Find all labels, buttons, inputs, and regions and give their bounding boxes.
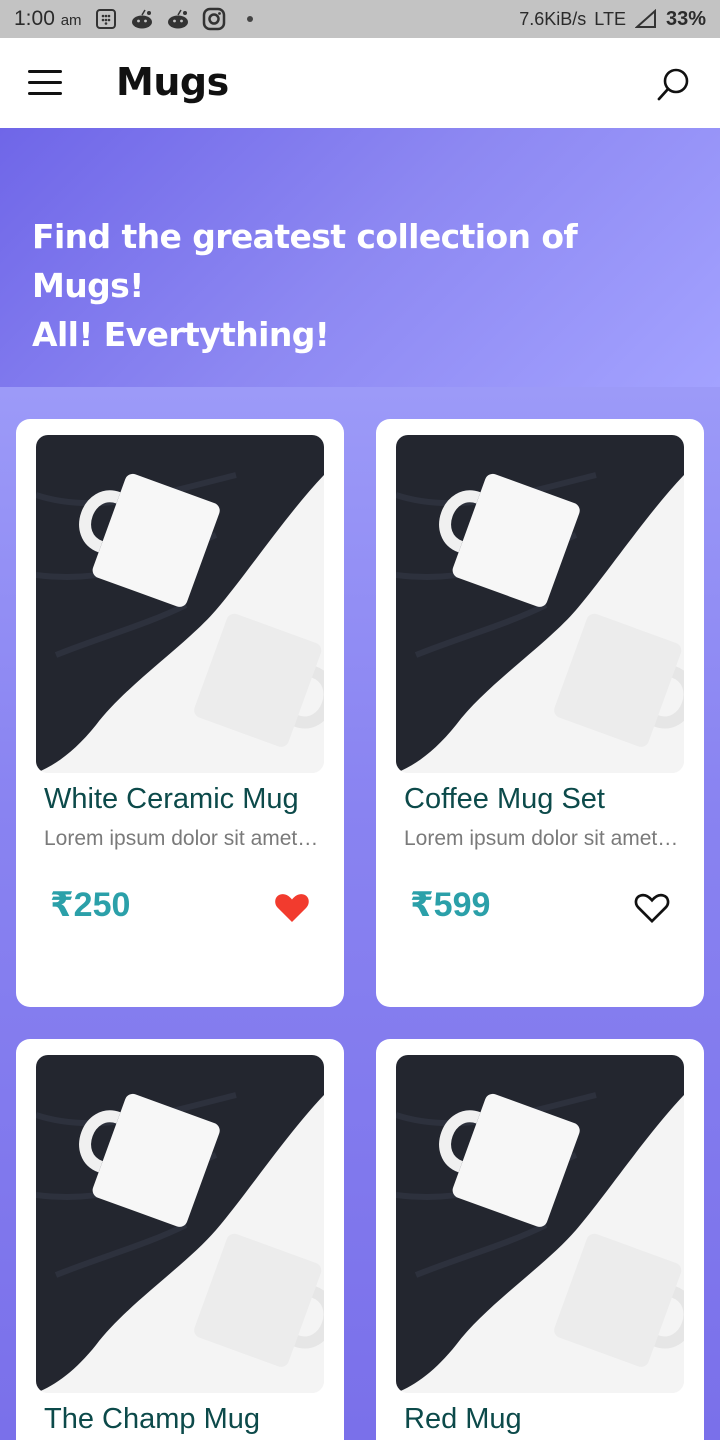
status-time-ampm: am bbox=[60, 12, 82, 29]
product-name: Coffee Mug Set bbox=[404, 783, 605, 815]
search-icon[interactable] bbox=[655, 66, 693, 104]
heart-filled-icon[interactable] bbox=[272, 887, 312, 927]
product-name: Red Mug bbox=[404, 1403, 522, 1435]
product-image bbox=[396, 435, 684, 773]
instagram-icon bbox=[202, 7, 226, 31]
product-price: ₹599 bbox=[410, 886, 491, 924]
product-name: The Champ Mug bbox=[44, 1403, 260, 1435]
reddit-icon bbox=[166, 7, 190, 31]
reddit-icon bbox=[130, 7, 154, 31]
product-image bbox=[396, 1055, 684, 1393]
product-card[interactable]: The Champ Mug bbox=[16, 1039, 344, 1440]
product-description: Lorem ipsum dolor sit amet, consectetur bbox=[404, 827, 680, 850]
status-bar: 1:00 am 7.6KiB/s LTE 33% bbox=[0, 0, 720, 38]
signal-icon bbox=[634, 7, 658, 31]
status-right: 7.6KiB/s LTE 33% bbox=[519, 7, 706, 31]
product-name: White Ceramic Mug bbox=[44, 783, 299, 815]
hero-line-2: All! Evertything! bbox=[32, 315, 330, 354]
hero-banner: Find the greatest collection of Mugs! Al… bbox=[0, 128, 720, 387]
notification-dot-icon bbox=[238, 7, 262, 31]
app-bar: Mugs bbox=[0, 38, 720, 128]
product-grid: White Ceramic Mug Lorem ipsum dolor sit … bbox=[0, 387, 720, 1440]
network-type: LTE bbox=[594, 8, 626, 29]
status-time: 1:00 am bbox=[14, 7, 82, 31]
battery-level: 33% bbox=[665, 7, 706, 30]
network-speed: 7.6KiB/s bbox=[519, 8, 587, 29]
product-card[interactable]: Coffee Mug Set Lorem ipsum dolor sit ame… bbox=[376, 419, 704, 1007]
heart-outline-icon[interactable] bbox=[632, 887, 672, 927]
hamburger-menu-icon[interactable] bbox=[28, 70, 62, 96]
calculator-icon bbox=[94, 7, 118, 31]
status-time-value: 1:00 bbox=[14, 7, 55, 30]
page-title: Mugs bbox=[116, 60, 229, 104]
hero-line-1: Find the greatest collection of Mugs! bbox=[32, 217, 578, 305]
hero-text: Find the greatest collection of Mugs! Al… bbox=[32, 212, 692, 359]
product-card[interactable]: Red Mug bbox=[376, 1039, 704, 1440]
product-image bbox=[36, 1055, 324, 1393]
product-image bbox=[36, 435, 324, 773]
status-left: 1:00 am bbox=[14, 7, 262, 31]
product-price: ₹250 bbox=[50, 886, 131, 924]
product-card[interactable]: White Ceramic Mug Lorem ipsum dolor sit … bbox=[16, 419, 344, 1007]
product-description: Lorem ipsum dolor sit amet, consectetur bbox=[44, 827, 320, 850]
